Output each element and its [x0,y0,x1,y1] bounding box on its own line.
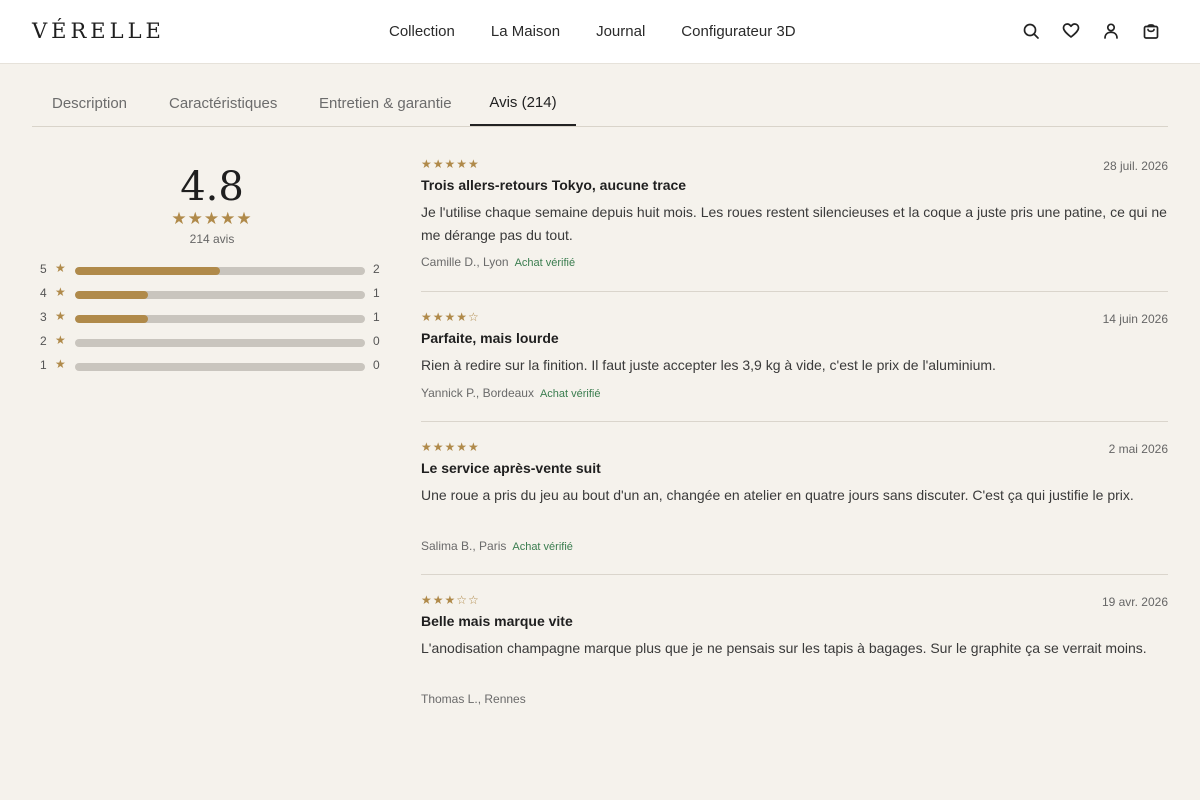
distribution-stars: 3 [40,310,47,324]
distribution-row-2[interactable]: 2 ★ 0 [32,333,392,350]
distribution-count: 0 [373,334,380,348]
distribution-bar-fill [75,291,148,299]
review-stars: ★★★☆☆ [421,593,480,607]
main-nav: Collection La Maison Journal Configurate… [389,23,832,40]
distribution-count: 2 [373,262,380,276]
review-date: 14 juin 2026 [1102,312,1168,326]
review-author: Yannick P., Bordeaux [421,386,534,400]
product-tabs: Description Caractéristiques Entretien &… [32,78,1168,127]
review-item: ★★★☆☆ 19 avr. 2026 Belle mais marque vit… [421,586,1168,716]
brand-logo[interactable]: VÉRELLE [32,19,165,43]
review-meta: Thomas L., Rennes [421,692,532,706]
nav-collection[interactable]: Collection [389,23,455,40]
site-header: VÉRELLE Collection La Maison Journal Con… [0,0,1200,64]
star-icon: ★ [55,333,66,347]
review-stars: ★★★★☆ [421,310,480,324]
review-author: Thomas L., Rennes [421,692,526,706]
verified-badge: Achat vérifié [539,388,601,400]
nav-journal[interactable]: Journal [596,23,645,40]
review-item: ★★★★☆ 14 juin 2026 Parfaite, mais lourde… [421,303,1168,422]
distribution-bar [75,291,365,299]
tab-entretien-garantie[interactable]: Entretien & garantie [319,78,452,126]
verified-badge: Achat vérifié [514,257,576,269]
distribution-bar [75,363,365,371]
review-meta: Yannick P., Bordeaux Achat vérifié [421,386,601,400]
user-icon[interactable] [1102,22,1120,40]
average-rating: 4.8 [180,164,244,210]
review-body: Une roue a pris du jeu au bout d'un an, … [421,487,1134,503]
star-icon: ★ [55,357,66,371]
star-icon: ★ [55,261,66,275]
review-title: Parfaite, mais lourde [421,330,559,346]
review-date: 19 avr. 2026 [1101,595,1168,609]
distribution-bar [75,267,365,275]
distribution-stars: 2 [40,334,47,348]
distribution-bar [75,339,365,347]
review-author: Camille D., Lyon [421,255,509,269]
review-body: Je l'utilise chaque semaine depuis huit … [421,204,1167,243]
review-date: 2 mai 2026 [1108,442,1168,456]
distribution-stars: 1 [40,358,47,372]
review-date: 28 juil. 2026 [1103,159,1168,173]
review-item: ★★★★★ 28 juil. 2026 Trois allers-retours… [421,150,1168,292]
distribution-count: 1 [373,310,380,324]
search-icon[interactable] [1022,22,1040,40]
distribution-bar-fill [75,267,220,275]
star-icon: ★ [55,285,66,299]
review-author: Salima B., Paris [421,539,507,553]
distribution-count: 0 [373,358,380,372]
review-title: Le service après-vente suit [421,460,601,476]
review-item: ★★★★★ 2 mai 2026 Le service après-vente … [421,433,1168,575]
heart-icon[interactable] [1062,22,1080,40]
review-title: Belle mais marque vite [421,613,573,629]
distribution-bar-fill [75,315,148,323]
average-stars: ★★★★★ [171,209,253,228]
review-title: Trois allers-retours Tokyo, aucune trace [421,177,687,193]
distribution-row-5[interactable]: 5 ★ 2 [32,261,392,278]
verified-badge: Achat vérifié [512,541,573,553]
review-stars: ★★★★★ [421,157,480,171]
distribution-row-1[interactable]: 1 ★ 0 [32,357,392,374]
distribution-row-4[interactable]: 4 ★ 1 [32,285,392,302]
nav-configurateur-3d[interactable]: Configurateur 3D [681,23,795,40]
nav-la-maison[interactable]: La Maison [491,23,560,40]
distribution-stars: 4 [40,286,47,300]
review-body: Rien à redire sur la finition. Il faut j… [421,357,996,373]
review-meta: Camille D., Lyon Achat vérifié [421,255,575,269]
tab-avis[interactable]: Avis (214) [470,78,576,126]
distribution-count: 1 [373,286,380,300]
tab-caracteristiques[interactable]: Caractéristiques [169,78,277,126]
review-stars: ★★★★★ [421,440,480,454]
distribution-stars: 5 [40,262,47,276]
tab-description[interactable]: Description [52,78,127,126]
review-count: 214 avis [189,232,235,246]
distribution-bar [75,315,365,323]
star-icon: ★ [55,309,66,323]
review-meta: Salima B., Paris Achat vérifié [421,539,573,553]
bag-icon[interactable] [1142,22,1160,40]
header-icons [1022,22,1160,40]
review-body: L'anodisation champagne marque plus que … [421,640,1147,656]
distribution-row-3[interactable]: 3 ★ 1 [32,309,392,326]
